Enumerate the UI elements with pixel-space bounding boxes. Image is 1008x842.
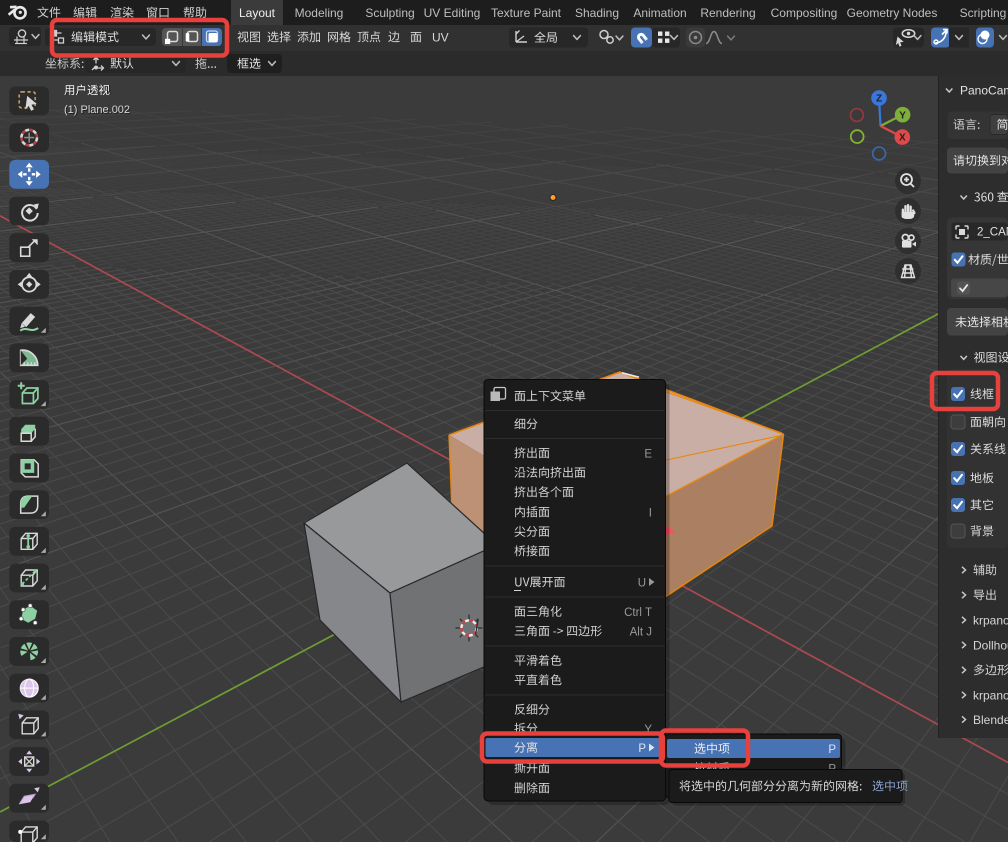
svg-text:U: U — [638, 577, 646, 589]
svg-text:Sculpting: Sculpting — [365, 6, 414, 20]
svg-text:Rendering: Rendering — [700, 6, 755, 20]
svg-text:UV Editing: UV Editing — [424, 6, 481, 20]
svg-text:X: X — [899, 133, 906, 144]
svg-text:PanoCamAd: PanoCamAd — [960, 83, 1008, 97]
svg-text:(1) Plane.002: (1) Plane.002 — [64, 104, 130, 116]
svg-text:Blende: Blende — [973, 713, 1008, 727]
svg-text:krpano: krpano — [973, 613, 1008, 627]
svg-text:Layout: Layout — [239, 6, 276, 20]
svg-text:Y: Y — [899, 110, 906, 121]
svg-text:Ctrl T: Ctrl T — [624, 607, 652, 619]
svg-text:Dollhou: Dollhou — [973, 638, 1008, 652]
svg-text:Alt J: Alt J — [630, 626, 652, 638]
svg-text:E: E — [644, 448, 652, 460]
svg-text:I: I — [649, 507, 652, 519]
svg-text:Compositing: Compositing — [771, 6, 838, 20]
svg-text:2_CAM: 2_CAM — [977, 227, 1008, 239]
svg-text:Geometry Nodes: Geometry Nodes — [847, 6, 938, 20]
svg-text:P: P — [828, 744, 836, 756]
svg-text:Scripting: Scripting — [960, 6, 1007, 20]
svg-text:P: P — [638, 743, 646, 755]
svg-text:Animation: Animation — [633, 6, 686, 20]
svg-text:Texture Paint: Texture Paint — [491, 6, 562, 20]
svg-text:Modeling: Modeling — [295, 6, 344, 20]
svg-text:UV: UV — [432, 30, 449, 44]
svg-text:Shading: Shading — [575, 6, 619, 20]
svg-text:Z: Z — [876, 94, 882, 105]
svg-text:krpano: krpano — [973, 688, 1008, 702]
